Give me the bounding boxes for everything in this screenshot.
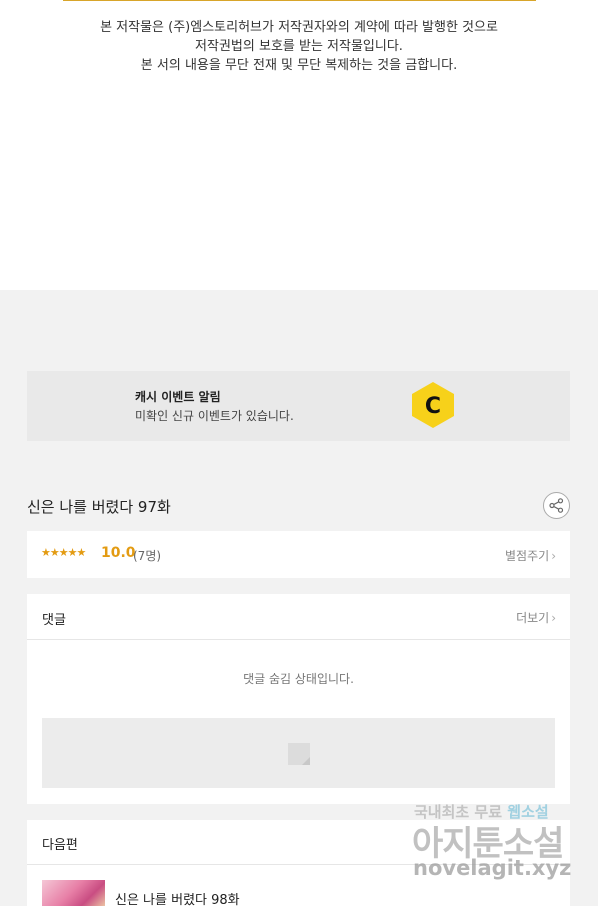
copyright-line-1: 본 저작물은 (주)엠스토리허브가 저작권자와의 계약에 따라 발행한 것으로 xyxy=(100,20,498,35)
copyright-line-2: 저작권법의 보호를 받는 저작물입니다. xyxy=(195,39,403,54)
copyright-section: 본 저작물은 (주)엠스토리허브가 저작권자와의 계약에 따라 발행한 것으로 … xyxy=(0,0,598,290)
rating-box: ★★★★★ 10.0 (7명) 별점주기 › xyxy=(27,531,570,578)
chevron-right-icon: › xyxy=(551,549,556,563)
watermark-url: novelagit.xyz xyxy=(413,856,572,880)
comments-title: 댓글 xyxy=(42,613,66,628)
chevron-right-icon: › xyxy=(551,611,556,625)
share-icon xyxy=(549,498,564,513)
cash-logo-letter: C xyxy=(425,394,441,419)
copyright-notice: 본 저작물은 (주)엠스토리허브가 저작권자와의 계약에 따라 발행한 것으로 … xyxy=(0,18,598,75)
copyright-line-3: 본 서의 내용을 무단 전재 및 무단 복제하는 것을 금합니다. xyxy=(140,58,458,73)
rating-stars: ★★★★★ xyxy=(41,546,86,559)
site-watermark: 국내최초 무료 웹소설 아지툰소설 novelagit.xyz xyxy=(408,798,578,888)
ad-placeholder[interactable] xyxy=(42,718,555,788)
next-episode-title[interactable]: 신은 나를 버렸다 98화 xyxy=(115,889,240,906)
next-episode-thumbnail[interactable] xyxy=(42,880,105,906)
rate-label: 별점주기 xyxy=(505,549,550,563)
cash-event-subtitle: 미확인 신규 이벤트가 있습니다. xyxy=(135,409,294,423)
rating-value: 10.0 xyxy=(101,545,136,561)
share-button[interactable] xyxy=(543,492,570,519)
image-placeholder-icon xyxy=(288,743,310,765)
comments-more-button[interactable]: 더보기 › xyxy=(516,609,556,626)
episode-title: 신은 나를 버렸다 97화 xyxy=(27,498,171,516)
more-label: 더보기 xyxy=(516,611,550,625)
comments-section: 댓글 더보기 › 댓글 숨김 상태입니다. xyxy=(27,594,570,804)
comments-header: 댓글 더보기 › xyxy=(27,594,570,640)
cash-event-title: 캐시 이벤트 알림 xyxy=(135,390,221,404)
cash-logo-icon: C xyxy=(412,382,454,428)
comments-hidden-message: 댓글 숨김 상태입니다. xyxy=(243,672,354,686)
cash-event-banner[interactable]: 캐시 이벤트 알림 미확인 신규 이벤트가 있습니다. C xyxy=(27,371,570,441)
divider xyxy=(63,0,536,1)
next-header-title: 다음편 xyxy=(42,838,78,853)
rate-button[interactable]: 별점주기 › xyxy=(505,547,556,564)
rating-count: (7명) xyxy=(133,549,162,563)
